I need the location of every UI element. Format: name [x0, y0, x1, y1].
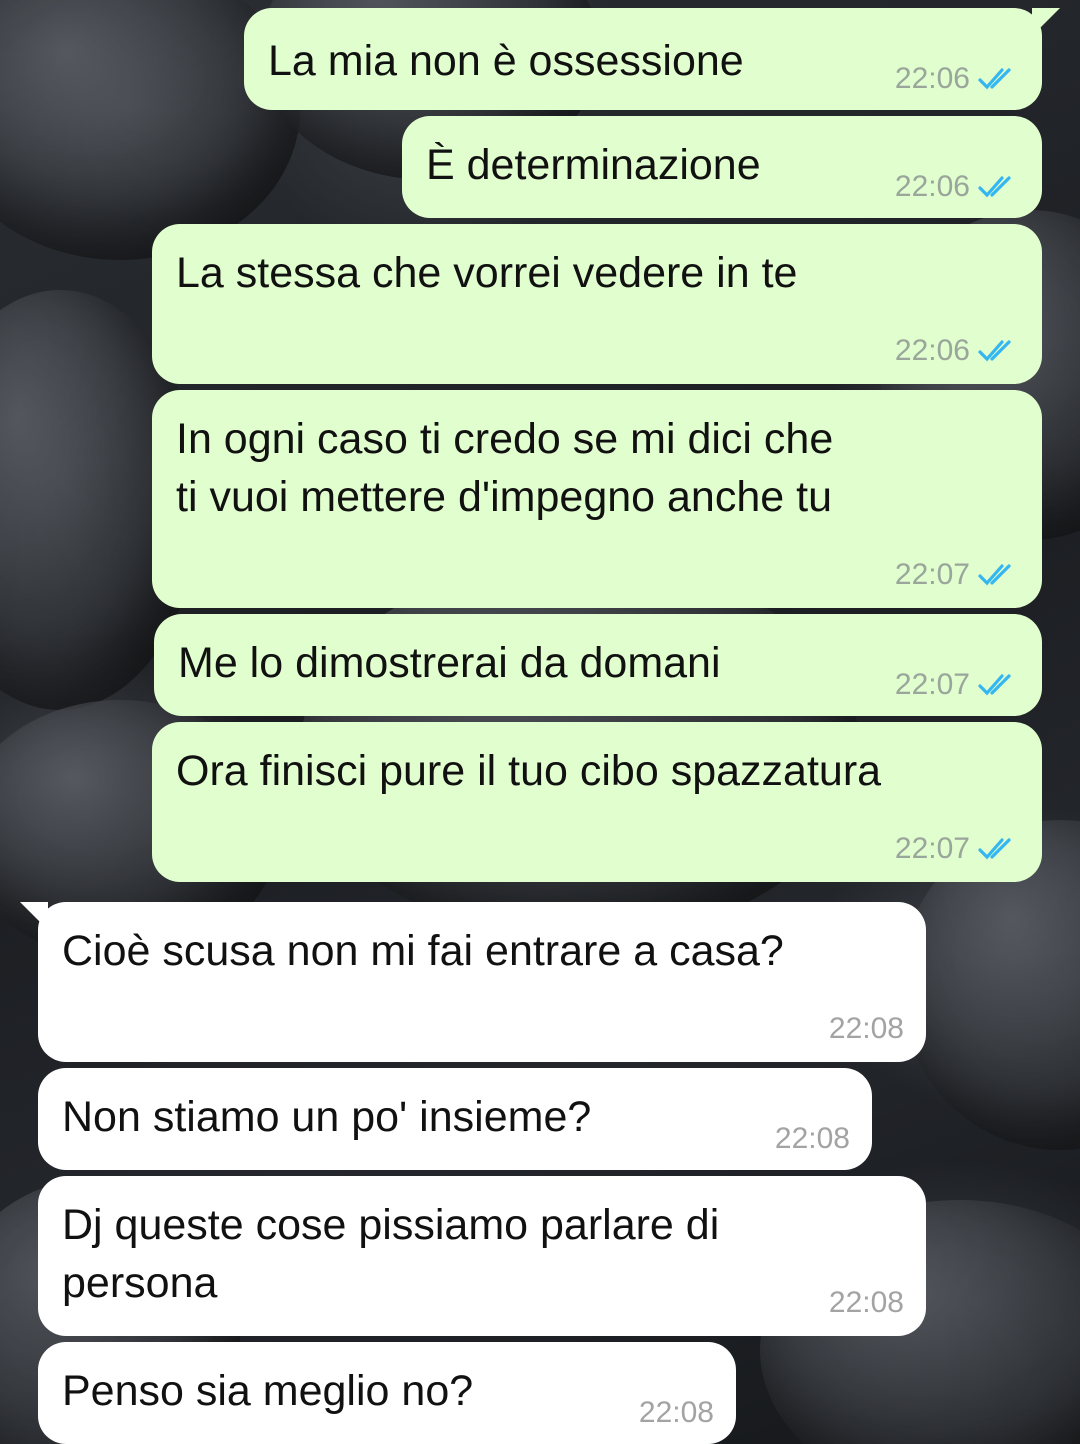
message-meta: 22:08 [639, 1396, 714, 1430]
outgoing-message[interactable]: La stessa che vorrei vedere in te 22:06 [152, 224, 1042, 384]
message-meta: 22:08 [829, 1012, 904, 1046]
incoming-message[interactable]: Dj queste cose pissiamo parlare di perso… [38, 1176, 926, 1336]
outgoing-message[interactable]: Me lo dimostrerai da domani 22:07 [154, 614, 1042, 716]
message-meta: 22:07 [895, 558, 1020, 592]
message-time: 22:07 [894, 668, 970, 701]
message-text: Dj queste cose pissiamo parlare di perso… [62, 1201, 720, 1307]
message-meta: 22:08 [775, 1122, 850, 1156]
message-list[interactable]: La mia non è ossessione 22:06 È determin… [0, 0, 1080, 1444]
incoming-message[interactable]: Penso sia meglio no? 22:08 [38, 1342, 736, 1444]
message-meta: 22:06 [895, 62, 1020, 96]
message-time: 22:07 [894, 558, 970, 591]
incoming-message[interactable]: Cioè scusa non mi fai entrare a casa? 22… [20, 902, 926, 1062]
message-time: 22:08 [638, 1396, 714, 1429]
outgoing-message[interactable]: In ogni caso ti credo se mi dici che ti … [152, 390, 1042, 608]
message-time: 22:06 [894, 62, 970, 95]
incoming-message[interactable]: Non stiamo un po' insieme? 22:08 [38, 1068, 872, 1170]
message-time: 22:07 [894, 832, 970, 865]
message-time: 22:08 [828, 1286, 904, 1319]
double-check-read-icon [978, 838, 1011, 860]
message-text: In ogni caso ti credo se mi dici che ti … [176, 415, 834, 521]
message-text: Cioè scusa non mi fai entrare a casa? [62, 927, 784, 975]
message-text: Non stiamo un po' insieme? [62, 1093, 592, 1141]
message-meta: 22:06 [895, 334, 1020, 368]
message-text: La mia non è ossessione [268, 37, 744, 85]
message-time: 22:06 [894, 334, 970, 367]
double-check-read-icon [978, 340, 1011, 362]
bubble-tail [20, 902, 48, 930]
message-time: 22:08 [774, 1122, 850, 1155]
message-text: Penso sia meglio no? [62, 1367, 474, 1415]
message-meta: 22:07 [895, 832, 1020, 866]
message-time: 22:08 [828, 1012, 904, 1045]
outgoing-message[interactable]: È determinazione 22:06 [402, 116, 1042, 218]
message-text: È determinazione [426, 141, 761, 189]
message-text: Me lo dimostrerai da domani [178, 639, 721, 687]
outgoing-message[interactable]: La mia non è ossessione 22:06 [244, 8, 1060, 110]
double-check-read-icon [978, 176, 1011, 198]
double-check-read-icon [978, 674, 1011, 696]
message-meta: 22:06 [895, 170, 1020, 204]
outgoing-message[interactable]: Ora finisci pure il tuo cibo spazzatura … [152, 722, 1042, 882]
double-check-read-icon [978, 68, 1011, 90]
bubble-tail [1032, 8, 1060, 36]
message-text: Ora finisci pure il tuo cibo spazzatura [176, 747, 882, 795]
message-text: La stessa che vorrei vedere in te [176, 249, 798, 297]
message-time: 22:06 [894, 170, 970, 203]
message-meta: 22:07 [895, 668, 1020, 702]
double-check-read-icon [978, 564, 1011, 586]
message-meta: 22:08 [829, 1286, 904, 1320]
